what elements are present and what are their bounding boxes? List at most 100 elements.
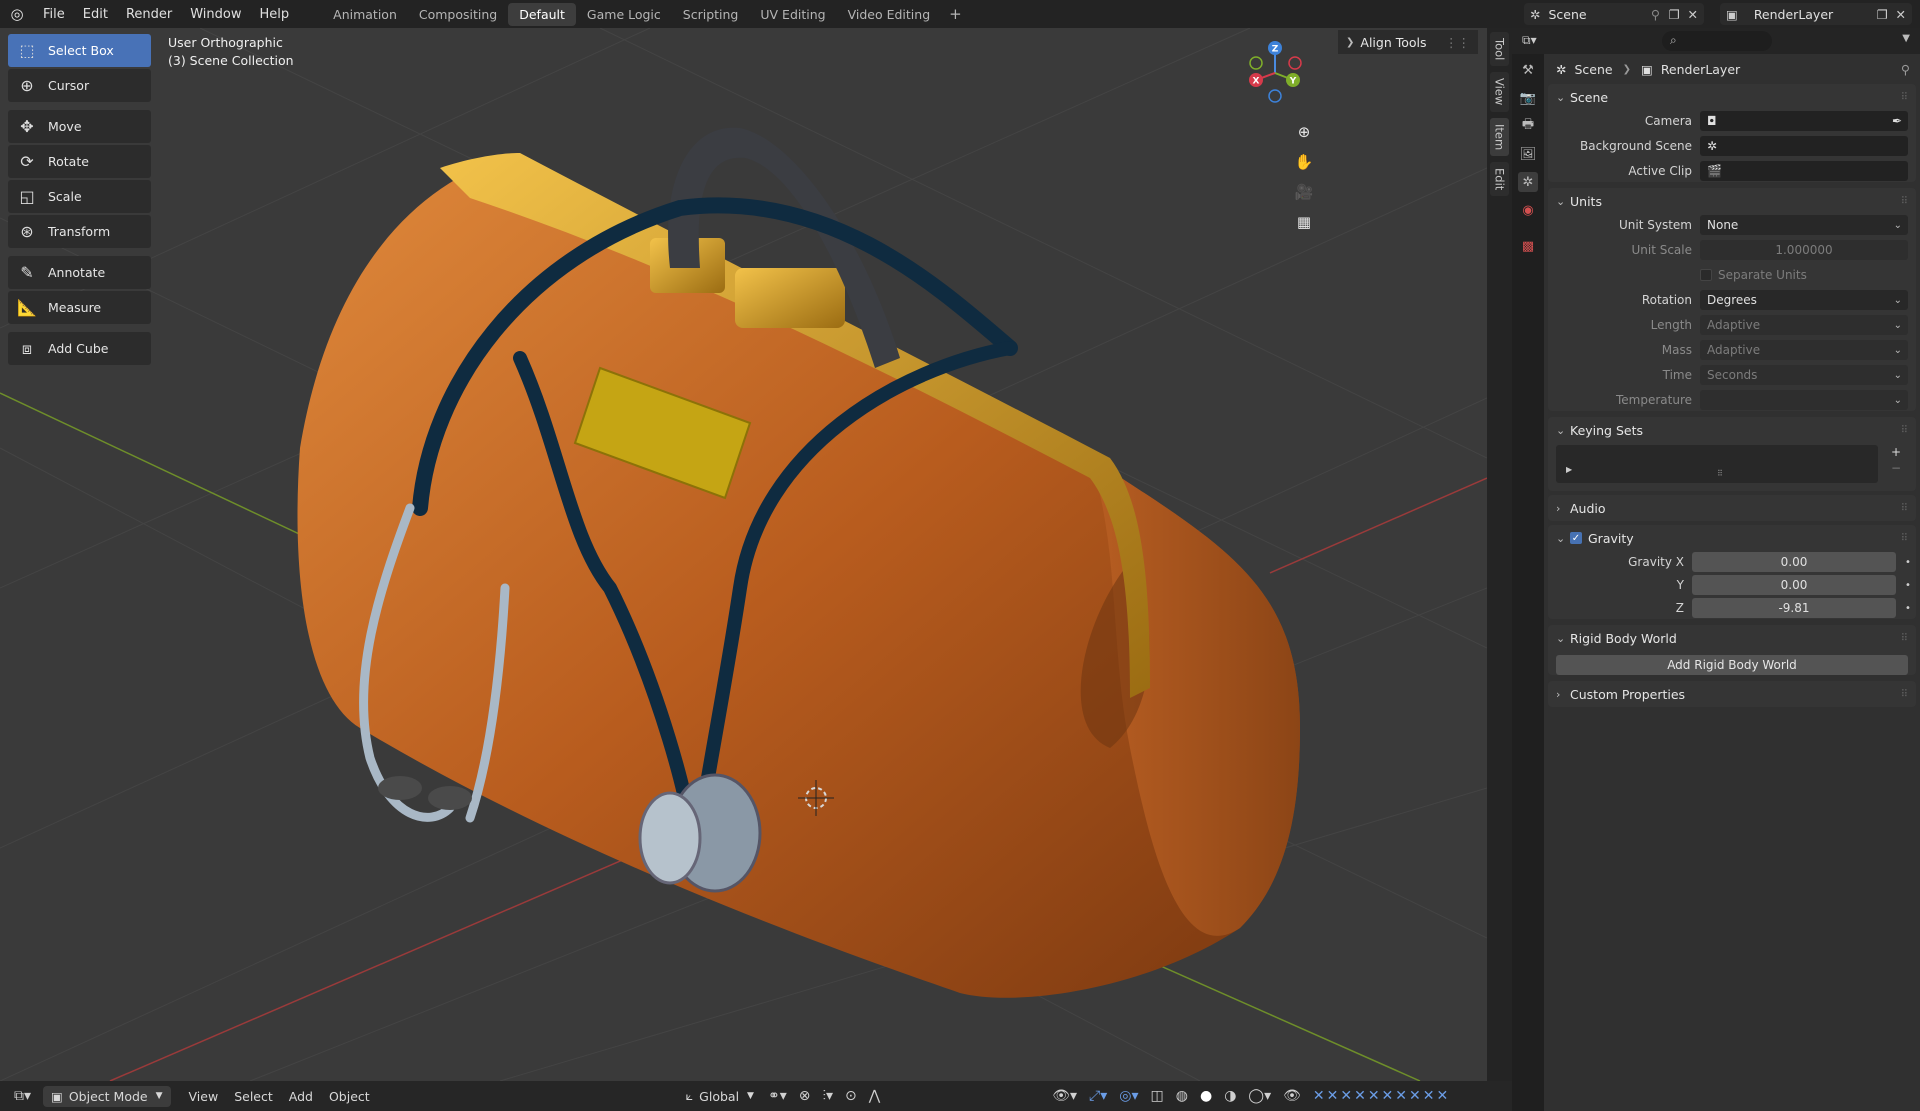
tool-transform[interactable]: ⊛ Transform	[8, 215, 151, 248]
rotation-select[interactable]: Degrees ⌄	[1700, 290, 1908, 310]
drag-grip-icon[interactable]: ⋮⋮	[1445, 35, 1470, 50]
tool-annotate[interactable]: ✎ Annotate	[8, 256, 151, 289]
tab-default[interactable]: Default	[508, 2, 576, 26]
gravity-z-field[interactable]: -9.81	[1692, 598, 1896, 618]
menu-object[interactable]: Object	[321, 1089, 378, 1104]
rigid-body-world-header[interactable]: ⌄ Rigid Body World ⠿	[1548, 625, 1916, 651]
separate-units-checkbox[interactable]	[1700, 269, 1712, 281]
time-select[interactable]: Seconds ⌄	[1700, 365, 1908, 385]
tool-add-cube[interactable]: ⧈ Add Cube	[8, 332, 151, 365]
sidebar-tab-item[interactable]: Item	[1490, 118, 1509, 156]
layer-toggles-icon[interactable]: ✕✕✕✕✕✕✕✕✕✕	[1307, 1088, 1456, 1104]
drag-grip-icon[interactable]: ⠿	[1901, 92, 1908, 103]
add-workspace-icon[interactable]: +	[941, 5, 970, 23]
properties-search-input[interactable]: ⌕	[1662, 31, 1772, 51]
pin-icon[interactable]: ⚲	[1651, 7, 1660, 22]
drag-grip-icon[interactable]: ⠿	[1901, 633, 1908, 644]
scene-tab-icon[interactable]: ✲	[1518, 172, 1538, 192]
custom-properties-header[interactable]: › Custom Properties ⠿	[1548, 681, 1916, 707]
units-panel-header[interactable]: ⌄ Units ⠿	[1548, 188, 1916, 214]
navigation-gizmo[interactable]: Z Y X	[1240, 38, 1310, 108]
pin-icon[interactable]: ⚲	[1901, 62, 1910, 77]
doctor-bag-model[interactable]	[297, 127, 1301, 998]
length-select[interactable]: Adaptive ⌄	[1700, 315, 1908, 335]
unit-system-select[interactable]: None ⌄	[1700, 215, 1908, 235]
drag-grip-icon[interactable]: ⠿	[1901, 533, 1908, 544]
sidebar-tab-view[interactable]: View	[1490, 72, 1509, 112]
drag-grip-icon[interactable]: ⠿	[1901, 425, 1908, 436]
visibility-icon[interactable]: 👁▾	[1046, 1088, 1083, 1104]
align-tools-panel[interactable]: ❯ Align Tools ⋮⋮	[1338, 30, 1478, 54]
keying-sets-list[interactable]: ▶ ⠿	[1556, 445, 1878, 483]
options-chevron-icon[interactable]: ▼	[1902, 33, 1910, 44]
menu-help[interactable]: Help	[251, 7, 299, 22]
eyedropper-icon[interactable]: ✒	[1892, 114, 1902, 128]
drag-grip-icon[interactable]: ⠿	[1901, 689, 1908, 700]
renderlayer-selector[interactable]: ▣ RenderLayer ❐ ✕	[1720, 3, 1912, 25]
pivot-icon[interactable]: ⚭▾	[762, 1088, 793, 1104]
menu-view[interactable]: View	[181, 1089, 227, 1104]
keying-sets-header[interactable]: ⌄ Keying Sets ⠿	[1548, 417, 1916, 443]
camera-field[interactable]: ◘ ✒	[1700, 111, 1908, 131]
tool-select-box[interactable]: ⬚ Select Box	[8, 34, 151, 67]
hide-icon[interactable]: 👁	[1277, 1088, 1307, 1104]
solid-shading-icon[interactable]: ●	[1194, 1088, 1218, 1104]
material-shading-icon[interactable]: ◑	[1218, 1088, 1242, 1104]
perspective-grid-icon[interactable]: ▦	[1292, 210, 1316, 234]
tab-video-editing[interactable]: Video Editing	[837, 3, 942, 26]
mass-select[interactable]: Adaptive ⌄	[1700, 340, 1908, 360]
camera-view-icon[interactable]: 🎥	[1292, 180, 1316, 204]
gravity-x-field[interactable]: 0.00	[1692, 552, 1896, 572]
sidebar-tab-tool[interactable]: Tool	[1490, 32, 1509, 66]
gravity-checkbox[interactable]: ✓	[1570, 532, 1582, 544]
falloff-icon[interactable]: ⋀	[863, 1088, 886, 1104]
render-tab-icon[interactable]: 📷	[1518, 88, 1538, 108]
scene-panel-header[interactable]: ⌄ Scene ⠿	[1548, 84, 1916, 110]
remove-scene-icon[interactable]: ✕	[1688, 7, 1698, 22]
pan-hand-icon[interactable]: ✋	[1292, 150, 1316, 174]
add-rigid-body-world-button[interactable]: Add Rigid Body World	[1556, 655, 1908, 675]
tab-game-logic[interactable]: Game Logic	[576, 3, 672, 26]
tool-settings-tab-icon[interactable]: ⚒	[1518, 60, 1538, 80]
xray-icon[interactable]: ◫	[1145, 1088, 1170, 1104]
tool-cursor[interactable]: ⊕ Cursor	[8, 69, 151, 102]
keyframe-dot-icon[interactable]: •	[1900, 557, 1916, 568]
sidebar-tab-edit[interactable]: Edit	[1490, 162, 1509, 196]
tool-rotate[interactable]: ⟳ Rotate	[8, 145, 151, 178]
audio-panel-header[interactable]: › Audio ⠿	[1548, 495, 1916, 521]
tab-animation[interactable]: Animation	[322, 3, 408, 26]
menu-render[interactable]: Render	[117, 7, 181, 22]
zoom-icon[interactable]: ⊕	[1292, 120, 1316, 144]
overlays-icon[interactable]: ◎▾	[1113, 1088, 1144, 1104]
remove-renderlayer-icon[interactable]: ✕	[1896, 7, 1906, 22]
orientation-selector[interactable]: ⟀ Global ▼	[678, 1088, 762, 1104]
editor-type-icon[interactable]: ⧉▾	[8, 1088, 37, 1104]
3d-viewport[interactable]: ⬚ Select Box ⊕ Cursor ✥ Move ⟳ Rotate ◱ Scale…	[0, 28, 1487, 1081]
tool-move[interactable]: ✥ Move	[8, 110, 151, 143]
texture-tab-icon[interactable]: ▩	[1518, 236, 1538, 256]
tool-measure[interactable]: 📐 Measure	[8, 291, 151, 324]
menu-select[interactable]: Select	[226, 1089, 281, 1104]
gravity-y-field[interactable]: 0.00	[1692, 575, 1896, 595]
new-scene-icon[interactable]: ❐	[1669, 7, 1680, 22]
menu-window[interactable]: Window	[181, 7, 250, 22]
snap-target-icon[interactable]: ⫶▾	[816, 1088, 839, 1104]
temperature-select[interactable]: ⌄	[1700, 390, 1908, 410]
unit-scale-field[interactable]: 1.000000	[1700, 240, 1908, 260]
properties-editor-icon[interactable]: ⧉▾	[1522, 33, 1537, 48]
gizmo-toggle-icon[interactable]: ⤢▾	[1083, 1088, 1113, 1104]
menu-add[interactable]: Add	[281, 1089, 321, 1104]
view-layer-tab-icon[interactable]: 🖼	[1518, 144, 1538, 164]
new-renderlayer-icon[interactable]: ❐	[1877, 7, 1888, 22]
snap-icon[interactable]: ⊗	[793, 1088, 817, 1104]
tab-compositing[interactable]: Compositing	[408, 3, 508, 26]
mode-selector[interactable]: ▣ Object Mode ▼	[43, 1085, 171, 1107]
keyframe-dot-icon[interactable]: •	[1900, 580, 1916, 591]
blender-logo-icon[interactable]: ◎	[0, 5, 34, 23]
scene-selector[interactable]: ✲ Scene ⚲ ❐ ✕	[1524, 3, 1704, 25]
drag-grip-icon[interactable]: ⠿	[1901, 196, 1908, 207]
output-tab-icon[interactable]: 🖶	[1518, 116, 1538, 136]
wireframe-shading-icon[interactable]: ◍	[1170, 1088, 1194, 1104]
tool-scale[interactable]: ◱ Scale	[8, 180, 151, 213]
menu-edit[interactable]: Edit	[74, 7, 117, 22]
